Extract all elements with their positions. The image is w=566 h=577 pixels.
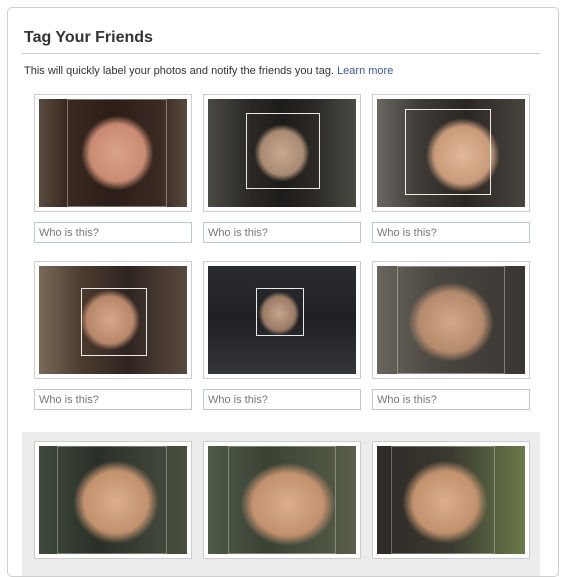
- photo-card: [34, 441, 192, 559]
- face-image: [377, 446, 525, 554]
- face-tag-box: [67, 99, 167, 207]
- who-is-this-input[interactable]: [372, 389, 530, 410]
- photo-card: [203, 261, 361, 410]
- photo-card: [372, 441, 530, 559]
- face-tag-box: [228, 446, 336, 554]
- dialog-title: Tag Your Friends: [24, 29, 153, 46]
- face-image: [39, 446, 187, 554]
- subtitle-text: This will quickly label your photos and …: [24, 65, 334, 77]
- photo-card: [203, 94, 361, 243]
- photo-thumbnail[interactable]: [34, 441, 192, 559]
- face-tag-box: [57, 446, 167, 554]
- photo-thumbnail[interactable]: [34, 261, 192, 379]
- photo-thumbnail[interactable]: [372, 94, 530, 212]
- face-image: [39, 99, 187, 207]
- tag-friends-dialog: Tag Your Friends This will quickly label…: [7, 7, 559, 577]
- photo-card: [34, 94, 192, 243]
- photo-card: [372, 94, 530, 243]
- face-image: [208, 446, 356, 554]
- who-is-this-input[interactable]: [203, 222, 361, 243]
- photo-thumbnail[interactable]: [203, 94, 361, 212]
- face-tag-box: [397, 266, 505, 374]
- photo-thumbnail[interactable]: [203, 261, 361, 379]
- face-tag-box: [405, 109, 491, 195]
- face-tag-box: [246, 113, 320, 189]
- learn-more-link[interactable]: Learn more: [337, 65, 393, 77]
- face-tag-box: [81, 288, 147, 356]
- who-is-this-input[interactable]: [372, 222, 530, 243]
- title-divider: [22, 53, 540, 54]
- face-image: [208, 99, 356, 207]
- face-image: [377, 99, 525, 207]
- face-image: [208, 266, 356, 374]
- face-image: [39, 266, 187, 374]
- photo-card: [203, 441, 361, 559]
- dialog-subtitle: This will quickly label your photos and …: [24, 65, 393, 77]
- photo-thumbnail[interactable]: [203, 441, 361, 559]
- face-image: [377, 266, 525, 374]
- who-is-this-input[interactable]: [203, 389, 361, 410]
- who-is-this-input[interactable]: [34, 389, 192, 410]
- photo-card: [34, 261, 192, 410]
- who-is-this-input[interactable]: [34, 222, 192, 243]
- photo-thumbnail[interactable]: [372, 441, 530, 559]
- photo-thumbnail[interactable]: [34, 94, 192, 212]
- photo-card: [372, 261, 530, 410]
- face-tag-box: [256, 288, 304, 336]
- face-tag-box: [391, 446, 495, 554]
- photo-thumbnail[interactable]: [372, 261, 530, 379]
